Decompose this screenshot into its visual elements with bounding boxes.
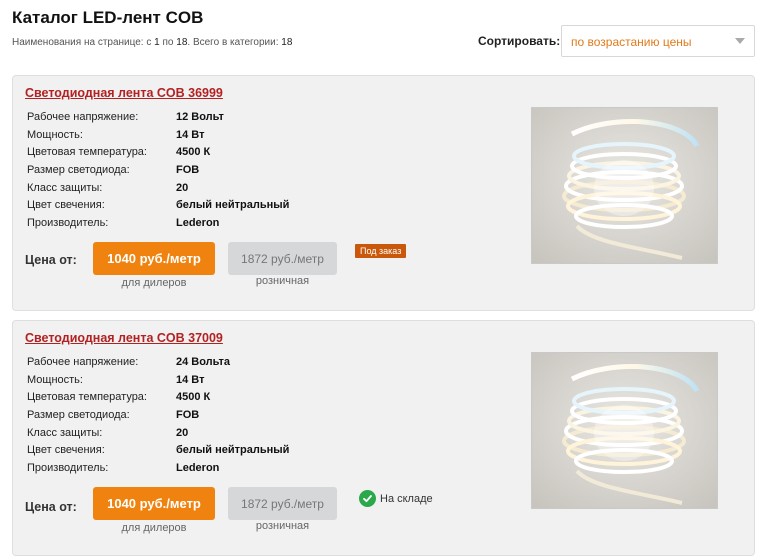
retail-price-caption: розничная [255, 275, 310, 287]
retail-price-button[interactable]: 1872 руб./метр [228, 487, 337, 520]
product-image[interactable] [531, 352, 718, 509]
spec-row: Цвет свечения: белый нейтральный [27, 441, 289, 459]
spec-value: 4500 К [176, 391, 211, 404]
product-title-link[interactable]: Светодиодная лента COB 36999 [25, 86, 223, 100]
spec-row: Класс защиты: 20 [27, 179, 289, 197]
meta-by: по [162, 37, 174, 48]
spec-row: Рабочее напряжение: 12 Вольт [27, 108, 289, 126]
spec-key: Производитель: [27, 461, 109, 474]
spec-key: Класс защиты: [27, 426, 103, 439]
spec-row: Цвет свечения: белый нейтральный [27, 196, 289, 214]
spec-key: Цвет свечения: [27, 199, 105, 212]
product-image[interactable] [531, 107, 718, 264]
product-specs: Рабочее напряжение: 24 Вольта Мощность: 14… [27, 353, 289, 477]
spec-row: Производитель: Lederon [27, 214, 289, 232]
dealer-price-caption: для дилеров [121, 277, 187, 289]
spec-value: 14 Вт [176, 373, 205, 386]
meta-total: 18 [281, 37, 293, 48]
spec-key: Мощность: [27, 373, 83, 386]
meta-prefix: Наименования на странице: с [12, 37, 152, 48]
retail-price-button[interactable]: 1872 руб./метр [228, 242, 337, 275]
spec-key: Рабочее напряжение: [27, 355, 139, 368]
spec-value: белый нейтральный [176, 444, 290, 457]
spec-row: Класс защиты: 20 [27, 424, 289, 442]
meta-total-label: . Всего в категории: [187, 37, 279, 48]
page-meta: Наименования на странице: с 1 по 18. Все… [12, 37, 292, 48]
spec-key: Размер светодиода: [27, 163, 130, 176]
dealer-price-button[interactable]: 1040 руб./метр [93, 487, 215, 520]
price-label: Цена от: [25, 253, 77, 267]
price-label: Цена от: [25, 500, 77, 514]
spec-value: 12 Вольт [176, 110, 224, 123]
chevron-down-icon [735, 38, 745, 44]
dealer-price-caption: для дилеров [121, 522, 187, 534]
check-circle-icon [359, 490, 376, 507]
spec-value: 20 [176, 426, 189, 439]
spec-value: FOB [176, 408, 200, 421]
retail-price-caption: розничная [255, 520, 310, 532]
meta-to: 18 [176, 37, 188, 48]
sort-select[interactable]: по возрастанию цены [561, 25, 755, 57]
product-card: Светодиодная лента COB 37009 Рабочее нап… [12, 320, 755, 556]
spec-key: Рабочее напряжение: [27, 110, 139, 123]
spec-key: Мощность: [27, 128, 83, 141]
spec-value: 4500 К [176, 146, 211, 159]
spec-value: FOB [176, 163, 200, 176]
spec-row: Производитель: Lederon [27, 459, 289, 477]
spec-key: Размер светодиода: [27, 408, 130, 421]
spec-row: Цветовая температура: 4500 К [27, 143, 289, 161]
spec-value: 14 Вт [176, 128, 205, 141]
meta-from: 1 [154, 37, 160, 48]
spec-value: белый нейтральный [176, 199, 290, 212]
spec-row: Цветовая температура: 4500 К [27, 388, 289, 406]
product-card: Светодиодная лента COB 36999 Рабочее нап… [12, 75, 755, 311]
led-strip-coil-image [532, 353, 717, 508]
spec-value: 24 Вольта [176, 355, 230, 368]
spec-row: Размер светодиода: FOB [27, 406, 289, 424]
spec-value: 20 [176, 181, 189, 194]
spec-row: Рабочее напряжение: 24 Вольта [27, 353, 289, 371]
spec-value: Lederon [176, 216, 220, 229]
stock-status: На складе [359, 490, 433, 507]
spec-key: Цветовая температура: [27, 391, 147, 404]
page-title: Каталог LED-лент COB [12, 8, 204, 27]
spec-key: Класс защиты: [27, 181, 103, 194]
spec-key: Цвет свечения: [27, 444, 105, 457]
stock-status-label: На складе [380, 492, 433, 505]
availability-badge: Под заказ [355, 244, 407, 258]
led-strip-coil-image [532, 108, 717, 263]
spec-row: Мощность: 14 Вт [27, 371, 289, 389]
spec-row: Размер светодиода: FOB [27, 161, 289, 179]
spec-key: Производитель: [27, 216, 109, 229]
spec-key: Цветовая температура: [27, 146, 147, 159]
spec-value: Lederon [176, 461, 220, 474]
sort-value: по возрастанию цены [571, 35, 692, 49]
dealer-price-button[interactable]: 1040 руб./метр [93, 242, 215, 275]
sort-label: Сортировать: [478, 34, 561, 48]
spec-row: Мощность: 14 Вт [27, 126, 289, 144]
product-specs: Рабочее напряжение: 12 Вольт Мощность: 14 … [27, 108, 289, 232]
product-title-link[interactable]: Светодиодная лента COB 37009 [25, 331, 223, 345]
